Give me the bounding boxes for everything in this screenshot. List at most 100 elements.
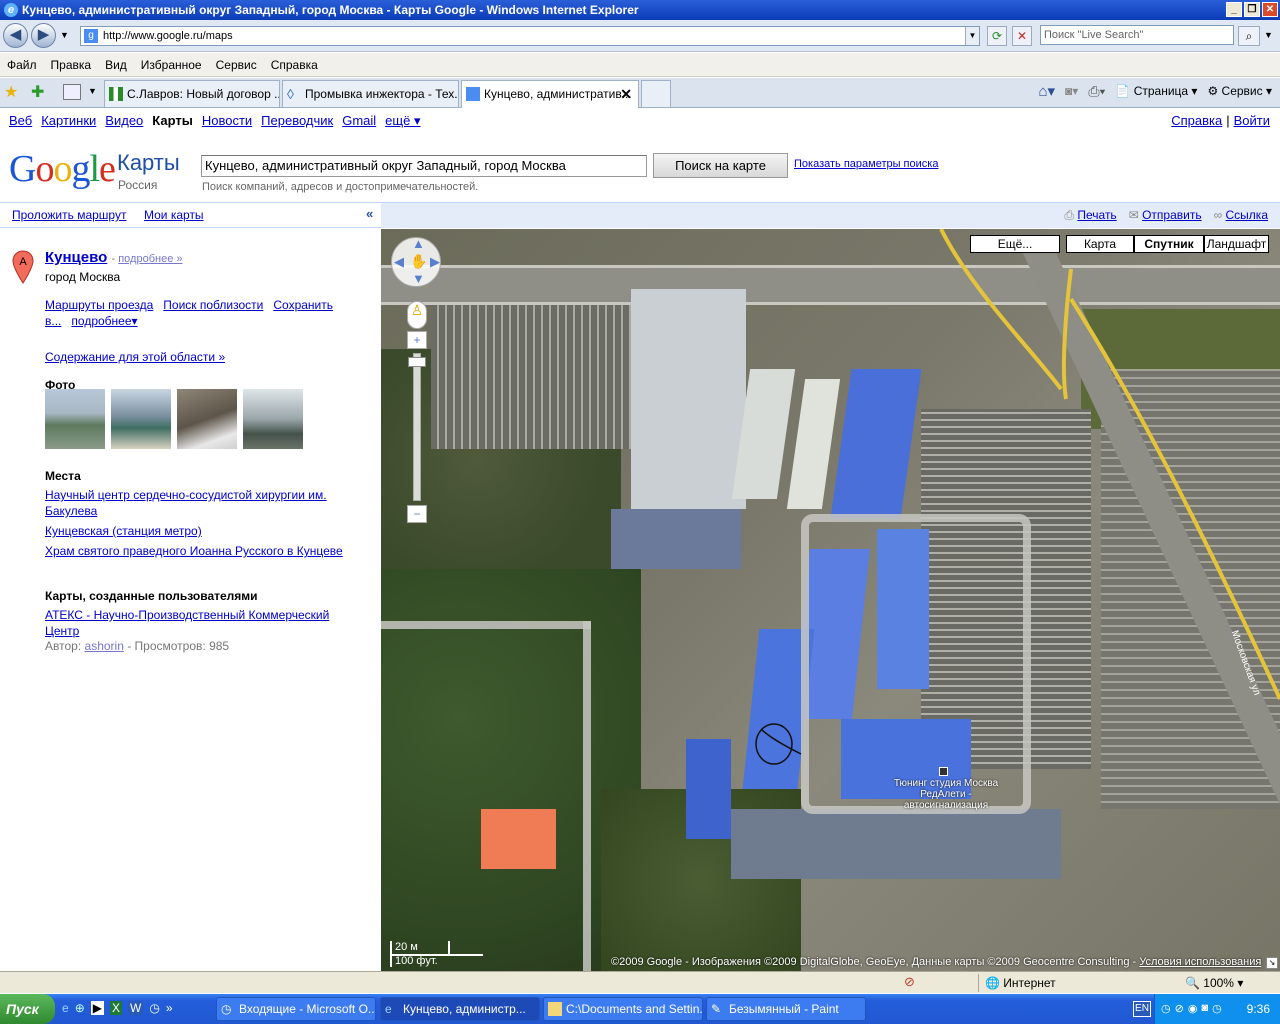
stop-button[interactable]: ✕ xyxy=(1012,26,1032,46)
add-favorite-icon[interactable]: ✚ xyxy=(31,82,44,102)
taskbar-ie[interactable]: e Кунцево, администр... xyxy=(380,997,540,1021)
menu-tools[interactable]: Сервис xyxy=(209,58,264,72)
pan-down-icon[interactable]: ▼ xyxy=(412,271,425,286)
clock-quicklaunch-icon[interactable]: ◷ xyxy=(149,1001,159,1015)
overview-toggle-icon[interactable]: ↘ xyxy=(1266,957,1278,969)
author-link[interactable]: ashorin xyxy=(85,639,124,653)
pan-right-icon[interactable]: ▶ xyxy=(430,254,440,270)
tools-menu[interactable]: ⚙ Сервис ▾ xyxy=(1207,84,1272,98)
directions-link[interactable]: Маршруты проезда xyxy=(45,298,153,312)
quick-tabs-icon[interactable] xyxy=(63,84,81,100)
gbar-video[interactable]: Видео xyxy=(105,113,143,129)
map-type-terrain-button[interactable]: Ландшафт xyxy=(1204,235,1269,253)
menu-help[interactable]: Справка xyxy=(264,58,325,72)
photo-thumbnail[interactable] xyxy=(177,389,237,449)
user-map-link[interactable]: АТЕКС - Научно-Производственный Коммерче… xyxy=(45,608,329,638)
area-contents-link[interactable]: Содержание для этой области » xyxy=(45,350,225,364)
print-button[interactable]: ⎙ Печать xyxy=(1064,208,1116,223)
details-dropdown[interactable]: подробнее▾ xyxy=(71,314,137,328)
menu-view[interactable]: Вид xyxy=(98,58,134,72)
menu-file[interactable]: Файл xyxy=(0,58,44,72)
signin-link[interactable]: Войти xyxy=(1234,113,1270,128)
url-dropdown-icon[interactable]: ▼ xyxy=(965,27,979,45)
clock[interactable]: 9:36 xyxy=(1247,1002,1270,1016)
taskbar-explorer[interactable]: C:\Documents and Settin... xyxy=(543,997,703,1021)
live-search-input[interactable]: Поиск "Live Search" xyxy=(1040,25,1234,45)
minimize-button[interactable]: _ xyxy=(1226,2,1242,17)
excel-quicklaunch-icon[interactable]: X xyxy=(109,1001,122,1015)
taskbar-paint[interactable]: ✎ Безымянный - Paint xyxy=(706,997,866,1021)
more-layers-button[interactable]: Ещё... xyxy=(970,235,1060,253)
tab-lavrov[interactable]: С.Лавров: Новый договор ... xyxy=(104,80,280,107)
my-maps-link[interactable]: Мои карты xyxy=(144,208,204,222)
forward-button[interactable]: ▶ xyxy=(31,23,56,48)
cmd-quicklaunch-icon[interactable]: ▶ xyxy=(90,1001,104,1015)
quicklaunch-more-icon[interactable]: » xyxy=(166,1001,173,1015)
map-search-button[interactable]: Поиск на карте xyxy=(653,153,788,178)
search-go-button[interactable]: ⌕ xyxy=(1238,26,1260,46)
link-button[interactable]: ∞ Ссылка xyxy=(1214,208,1268,223)
map-type-map-button[interactable]: Карта xyxy=(1066,235,1134,253)
place-bakulev-link[interactable]: Научный центр сердечно-сосудистой хирург… xyxy=(45,488,327,518)
gbar-translate[interactable]: Переводчик xyxy=(261,113,333,129)
gbar-images[interactable]: Картинки xyxy=(41,113,96,129)
feeds-icon[interactable]: ◙▾ xyxy=(1065,84,1078,98)
zoom-in-button[interactable]: + xyxy=(407,331,427,349)
tray-icon[interactable]: ⊘ xyxy=(1175,1002,1184,1015)
gbar-gmail[interactable]: Gmail xyxy=(342,113,376,129)
word-quicklaunch-icon[interactable]: W xyxy=(128,1001,144,1015)
help-link[interactable]: Справка xyxy=(1171,113,1222,128)
pegman-icon[interactable]: ♙ xyxy=(407,301,427,329)
home-icon[interactable]: ⌂▾ xyxy=(1038,82,1055,100)
start-button[interactable]: Пуск xyxy=(0,994,55,1024)
language-indicator[interactable]: EN xyxy=(1133,1001,1151,1017)
map-type-satellite-button[interactable]: Спутник xyxy=(1134,235,1204,253)
print-icon[interactable]: ⎙▾ xyxy=(1088,83,1105,100)
zoom-out-button[interactable]: − xyxy=(407,505,427,523)
close-button[interactable]: ✕ xyxy=(1262,2,1278,17)
gbar-more[interactable]: ещё ▾ xyxy=(385,113,420,129)
tab-list-icon[interactable]: ▼ xyxy=(88,86,97,96)
collapse-panel-icon[interactable]: « xyxy=(366,206,373,221)
place-church-link[interactable]: Храм святого праведного Иоанна Русского … xyxy=(45,544,343,558)
tab-injector[interactable]: ◊ Промывка инжектора - Тех... xyxy=(282,80,459,107)
photo-thumbnail[interactable] xyxy=(111,389,171,449)
poi-label[interactable]: Тюнинг студия Москва РедАлети - автосигн… xyxy=(891,778,1001,811)
back-button[interactable]: ◀ xyxy=(3,23,28,48)
tray-icon[interactable]: ◉ xyxy=(1188,1002,1198,1015)
tray-icon[interactable]: ◷ xyxy=(1161,1002,1171,1015)
menu-favorites[interactable]: Избранное xyxy=(134,58,209,72)
ie-quicklaunch-icon[interactable]: e xyxy=(62,1001,69,1015)
place-title-link[interactable]: Кунцево xyxy=(45,249,107,266)
photo-thumbnail[interactable] xyxy=(243,389,303,449)
save-link[interactable]: Сохранить xyxy=(273,298,333,312)
send-button[interactable]: ✉ Отправить xyxy=(1129,208,1202,223)
url-field[interactable]: g http://www.google.ru/maps ▼ xyxy=(80,26,980,46)
close-tab-icon[interactable]: ✕ xyxy=(620,81,632,107)
pan-up-icon[interactable]: ▲ xyxy=(412,236,425,251)
taskbar-outlook[interactable]: ◷ Входящие - Microsoft O... xyxy=(216,997,376,1021)
search-nearby-link[interactable]: Поиск поблизости xyxy=(163,298,263,312)
refresh-button[interactable]: ⟳ xyxy=(987,26,1007,46)
favorites-star-icon[interactable]: ★ xyxy=(4,82,18,102)
place-metro-link[interactable]: Кунцевская (станция метро) xyxy=(45,524,202,538)
tray-icon[interactable]: ◷ xyxy=(1212,1002,1222,1015)
maximize-button[interactable]: ❐ xyxy=(1244,2,1260,17)
ie-quicklaunch-icon[interactable]: ⊕ xyxy=(75,1001,85,1015)
google-logo[interactable]: Google xyxy=(9,147,116,191)
poi-marker-icon[interactable] xyxy=(939,767,948,776)
pan-control[interactable]: ▲ ▼ ◀ ▶ ✋ xyxy=(391,236,441,287)
hand-icon[interactable]: ✋ xyxy=(410,253,427,270)
search-options-link[interactable]: Показать параметры поиска xyxy=(794,158,938,170)
gbar-news[interactable]: Новости xyxy=(202,113,252,129)
zoom-slider-track[interactable] xyxy=(413,353,421,501)
gbar-web[interactable]: Веб xyxy=(9,113,32,129)
photo-thumbnail[interactable] xyxy=(45,389,105,449)
page-menu[interactable]: 📄 Страница ▾ xyxy=(1115,84,1197,98)
save-to-link[interactable]: в... xyxy=(45,314,61,328)
place-more-link[interactable]: подробнее » xyxy=(118,253,182,265)
route-link[interactable]: Проложить маршрут xyxy=(12,208,126,222)
zoom-slider-thumb[interactable] xyxy=(408,357,426,367)
zoom-level[interactable]: 🔍 100% ▾ xyxy=(1185,974,1243,992)
satellite-map[interactable]: Московская ул Тюнинг студия Москва РедАл… xyxy=(381,229,1280,971)
